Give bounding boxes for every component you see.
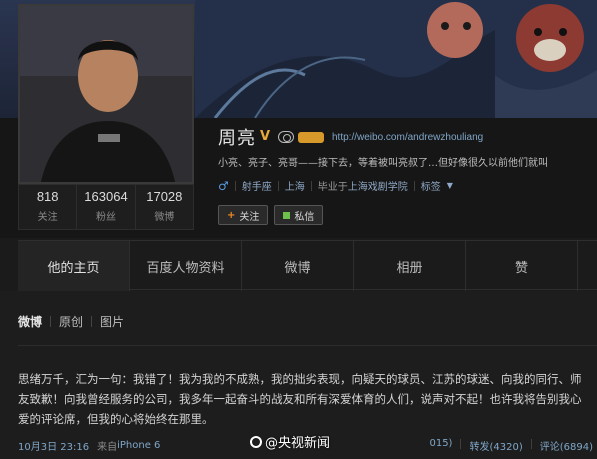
male-symbol-icon: ♂ [218, 178, 229, 193]
filter-images[interactable]: 图片 [100, 313, 124, 330]
verified-v-icon[interactable]: V [260, 130, 274, 144]
avatar-photo [20, 6, 192, 182]
post-time-link[interactable]: 10月3日 23:16 [18, 438, 89, 453]
profile-meta-row: ♂ 射手座 上海 毕业于 上海戏剧学院 标签 ▼ [218, 178, 453, 194]
post-device-prefix: 来自 [97, 442, 118, 453]
tab-album[interactable]: 相册 [354, 241, 466, 291]
comment-link[interactable]: 评论(6894) [540, 438, 593, 453]
post-device-link[interactable]: iPhone 6 [117, 440, 160, 451]
stat-posts[interactable]: 17028 微博 [136, 185, 193, 229]
stat-followers[interactable]: 163064 粉丝 [77, 185, 136, 229]
cover-illustration [195, 0, 597, 118]
stat-posts-value: 17028 [146, 189, 183, 204]
stat-posts-label: 微博 [154, 212, 175, 223]
message-icon [283, 211, 291, 219]
stat-followers-value: 163064 [84, 189, 128, 204]
stat-following[interactable]: 818 关注 [19, 185, 78, 229]
stat-following-label: 关注 [37, 212, 58, 223]
member-crown-icon[interactable] [298, 131, 324, 143]
action-divider [460, 439, 462, 449]
weibo-logo-icon [250, 435, 262, 448]
tab-baidu-profile[interactable]: 百度人物资料 [130, 241, 242, 291]
profile-actions: + 关注 私信 [218, 205, 324, 225]
message-button[interactable]: 私信 [274, 205, 324, 225]
profile-url-link[interactable]: http://weibo.com/andrewzhouliang [332, 132, 483, 143]
follow-button[interactable]: + 关注 [218, 205, 269, 225]
avatar[interactable] [18, 4, 194, 184]
school-link[interactable]: 上海戏剧学院 [348, 178, 408, 193]
stat-following-value: 818 [36, 189, 59, 204]
feed-filter-tabs: 微博 原创 图片 [18, 313, 124, 330]
watermark-text: @央视新闻 [265, 436, 331, 451]
school-prefix: 毕业于 [317, 182, 348, 193]
plus-icon: + [227, 209, 236, 221]
profile-stats: 818 关注 163064 粉丝 17028 微博 [18, 184, 194, 230]
filter-all[interactable]: 微博 [18, 313, 42, 330]
message-button-label: 私信 [294, 211, 315, 223]
chevron-down-icon[interactable]: ▼ [447, 181, 453, 190]
meta-divider [413, 180, 415, 191]
feed-divider [18, 345, 597, 346]
repost-link[interactable]: 转发(4320) [469, 438, 522, 453]
zodiac-link[interactable]: 射手座 [242, 178, 272, 193]
source-watermark: @央视新闻 [250, 432, 330, 451]
tab-likes[interactable]: 赞 [466, 241, 578, 291]
tab-weibo[interactable]: 微博 [242, 241, 354, 291]
meta-divider [277, 180, 279, 191]
vip-eye-icon[interactable] [278, 131, 294, 143]
profile-name: 周亮 [218, 128, 256, 149]
profile-bio: 小亮、亮子、亮哥——接下去，等着被叫亮叔了…但好像很久以前他们就叫 [218, 158, 548, 169]
tags-dropdown[interactable]: 标签 [421, 178, 441, 193]
stat-followers-label: 粉丝 [95, 212, 116, 223]
filter-divider [50, 316, 52, 327]
profile-tabs: 他的主页 百度人物资料 微博 相册 赞 [18, 240, 597, 291]
profile-name-row: 周亮 V http://weibo.com/andrewzhouliang [218, 124, 483, 150]
filter-divider [91, 316, 93, 327]
post-actions: 015) 转发(4320) 评论(6894) [429, 438, 593, 453]
filter-original[interactable]: 原创 [59, 313, 83, 330]
action-divider [530, 439, 532, 449]
meta-divider [310, 180, 312, 191]
follow-button-label: 关注 [239, 211, 260, 223]
like-count-link[interactable]: 015) [429, 438, 452, 453]
post-text: 思绪万千，汇为一句：我错了！我为我的不成熟，我的拙劣表现，向疑天的球员、江苏的球… [18, 372, 582, 426]
location-link[interactable]: 上海 [285, 178, 305, 193]
tab-home[interactable]: 他的主页 [18, 241, 130, 291]
meta-divider [234, 180, 236, 191]
